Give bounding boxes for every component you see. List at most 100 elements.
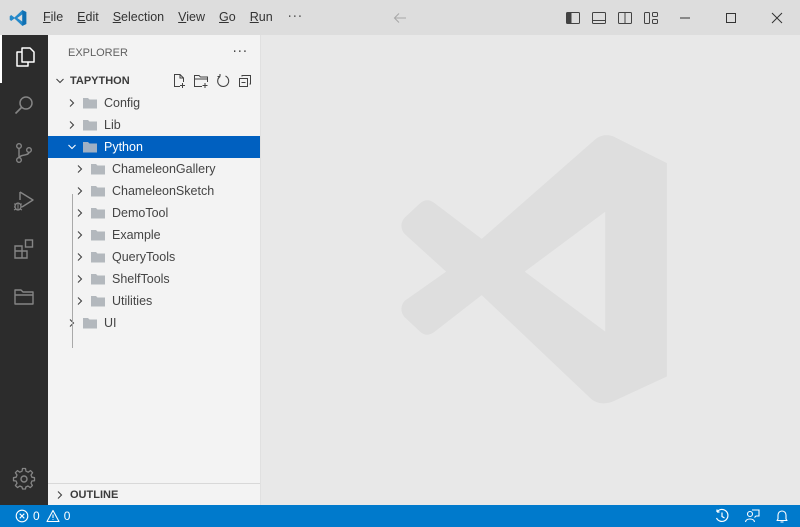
toggle-secondary-sidebar-icon[interactable] xyxy=(612,5,638,31)
tree-item-label: DemoTool xyxy=(112,206,169,220)
outline-label: OUTLINE xyxy=(70,488,119,501)
tree-item-ui[interactable]: UI xyxy=(48,312,260,334)
workspace-folder-header[interactable]: TAPYTHON xyxy=(48,70,260,92)
folder-icon xyxy=(12,285,36,313)
search-icon xyxy=(12,93,36,121)
tree-item-chameleongallery[interactable]: ChameleonGallery xyxy=(48,158,260,180)
menu-bar: File Edit Selection View Go Run ··· xyxy=(36,0,311,35)
source-control-icon xyxy=(12,141,36,169)
menu-file-mnemonic: F xyxy=(43,10,51,24)
editor-area xyxy=(262,35,800,505)
tree-item-utilities[interactable]: Utilities xyxy=(48,290,260,312)
vscode-watermark-icon xyxy=(390,122,680,416)
chevron-right-icon xyxy=(72,183,88,199)
refresh-icon[interactable] xyxy=(212,70,234,92)
activity-manage[interactable] xyxy=(0,457,48,505)
menu-run[interactable]: Run xyxy=(243,0,280,35)
folder-icon xyxy=(90,161,106,177)
tree-item-label: UI xyxy=(104,316,117,330)
menu-run-label: un xyxy=(258,10,273,24)
tree-item-example[interactable]: Example xyxy=(48,224,260,246)
menu-selection-label: election xyxy=(121,10,165,24)
tree-item-python[interactable]: Python xyxy=(48,136,260,158)
tree-item-config[interactable]: Config xyxy=(48,92,260,114)
gear-icon xyxy=(12,467,36,495)
tree-item-label: ShelfTools xyxy=(112,272,170,286)
chevron-right-icon xyxy=(72,249,88,265)
window-controls xyxy=(662,0,800,35)
menu-selection[interactable]: Selection xyxy=(106,0,171,35)
files-icon xyxy=(13,45,37,73)
indent-guide xyxy=(72,194,73,348)
new-file-icon[interactable] xyxy=(168,70,190,92)
chevron-right-icon xyxy=(72,161,88,177)
menu-go[interactable]: Go xyxy=(212,0,243,35)
bell-icon[interactable] xyxy=(774,508,790,524)
explorer-header: EXPLORER ··· xyxy=(48,35,260,70)
menu-go-label: o xyxy=(228,10,236,24)
folder-icon xyxy=(82,95,98,111)
chevron-right-icon xyxy=(72,271,88,287)
explorer-more-button[interactable]: ··· xyxy=(233,45,248,60)
maximize-icon[interactable] xyxy=(708,0,754,35)
menu-edit-mnemonic: E xyxy=(77,10,86,24)
menu-selection-mnemonic: S xyxy=(112,10,122,24)
accounts-feedback-icon[interactable] xyxy=(744,508,760,524)
file-tree: Config Lib Python ChameleonGallery Chameleon… xyxy=(48,92,260,334)
warning-icon xyxy=(45,508,61,524)
menu-view[interactable]: View xyxy=(171,0,212,35)
status-right xyxy=(714,505,790,527)
workspace-name: TAPYTHON xyxy=(70,75,130,87)
toggle-panel-icon[interactable] xyxy=(586,5,612,31)
chevron-right-icon xyxy=(52,487,68,503)
tree-item-label: Config xyxy=(104,96,141,110)
tree-item-label: Example xyxy=(112,228,161,242)
chevron-right-icon xyxy=(72,227,88,243)
new-folder-icon[interactable] xyxy=(190,70,212,92)
back-arrow-icon[interactable] xyxy=(390,8,410,28)
menu-file[interactable]: File xyxy=(36,0,70,35)
tree-item-querytools[interactable]: QueryTools xyxy=(48,246,260,268)
error-icon xyxy=(14,508,30,524)
tree-item-lib[interactable]: Lib xyxy=(48,114,260,136)
customize-layout-icon[interactable] xyxy=(638,5,664,31)
folder-icon xyxy=(90,249,106,265)
tree-item-shelftools[interactable]: ShelfTools xyxy=(48,268,260,290)
activity-run-debug[interactable] xyxy=(0,179,48,227)
close-icon[interactable] xyxy=(754,0,800,35)
explorer-sidebar: EXPLORER ··· TAPYTHON Config Lib Python … xyxy=(48,35,261,505)
tree-item-label: Utilities xyxy=(112,294,153,308)
tree-item-chameleonsketch[interactable]: ChameleonSketch xyxy=(48,180,260,202)
folder-icon xyxy=(82,139,98,155)
activity-source-control[interactable] xyxy=(0,131,48,179)
tree-item-label: ChameleonGallery xyxy=(112,162,216,176)
menu-view-label: iew xyxy=(186,10,206,24)
vscode-logo-icon xyxy=(0,0,36,35)
menu-file-label: ile xyxy=(50,10,64,24)
menu-more-button[interactable]: ··· xyxy=(280,10,311,25)
error-count: 0 xyxy=(33,509,40,523)
activity-remote-explorer[interactable] xyxy=(0,275,48,323)
activity-search[interactable] xyxy=(0,83,48,131)
minimize-icon[interactable] xyxy=(662,0,708,35)
explorer-title: EXPLORER xyxy=(68,46,128,59)
chevron-right-icon xyxy=(72,293,88,309)
menu-edit[interactable]: Edit xyxy=(70,0,106,35)
vscode-window: File Edit Selection View Go Run ··· EXPL… xyxy=(0,0,800,527)
workspace-actions xyxy=(168,70,256,92)
tree-item-demotool[interactable]: DemoTool xyxy=(48,202,260,224)
folder-icon xyxy=(82,315,98,331)
folder-icon xyxy=(90,205,106,221)
collapse-all-icon[interactable] xyxy=(234,70,256,92)
layout-controls xyxy=(560,0,664,35)
activity-explorer[interactable] xyxy=(0,35,48,83)
menu-go-mnemonic: G xyxy=(219,10,229,24)
history-icon[interactable] xyxy=(714,508,730,524)
activity-extensions[interactable] xyxy=(0,227,48,275)
toggle-primary-sidebar-icon[interactable] xyxy=(560,5,586,31)
menu-edit-label: dit xyxy=(85,10,99,24)
warning-count: 0 xyxy=(63,509,71,523)
problems-indicator[interactable]: 0 0 xyxy=(14,508,70,524)
outline-section-header[interactable]: OUTLINE xyxy=(48,483,260,505)
chevron-down-icon xyxy=(64,139,80,155)
